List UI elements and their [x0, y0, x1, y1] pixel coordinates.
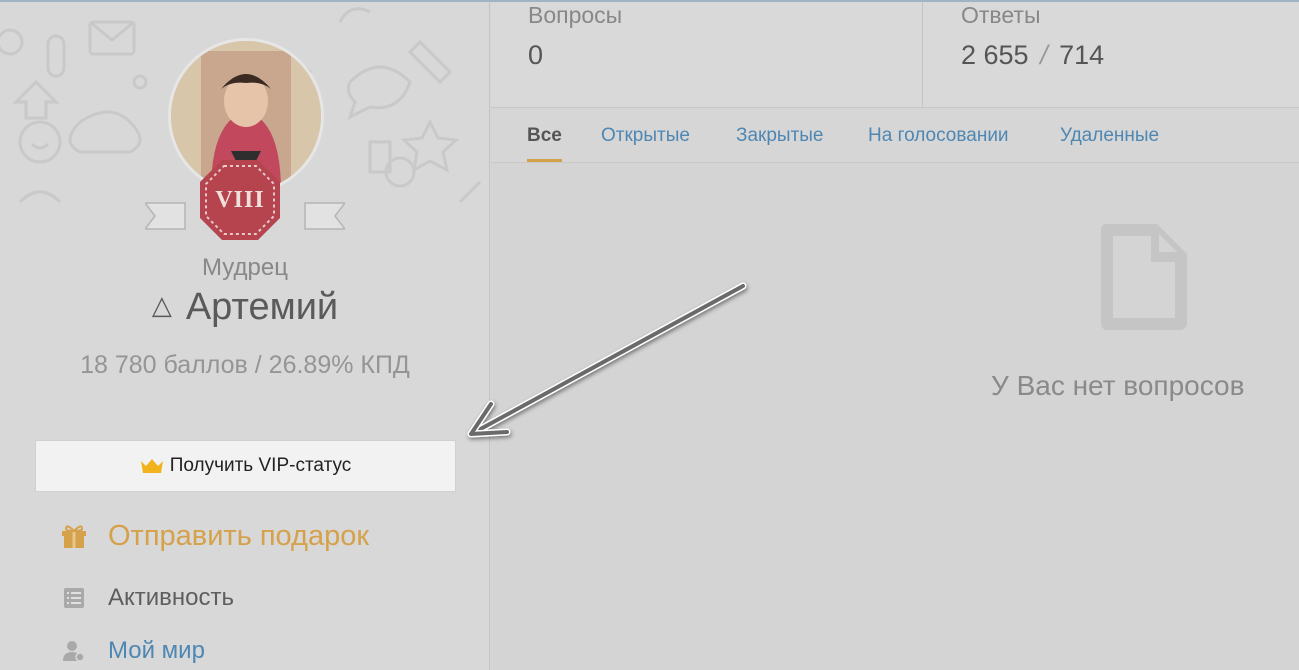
answers-label: Ответы: [961, 2, 1041, 28]
rank-title: Мудрец: [202, 254, 288, 281]
activity-label: Активность: [108, 584, 235, 611]
questions-stat[interactable]: Вопросы 0: [491, 2, 923, 108]
user-icon: [58, 635, 90, 667]
answers-separator: /: [1040, 40, 1048, 70]
user-name: △ Артемий: [0, 286, 489, 329]
activity-link[interactable]: Активность: [58, 582, 234, 614]
tab-open[interactable]: Открытые: [601, 125, 690, 147]
tab-all[interactable]: Все: [527, 125, 562, 162]
answers-total: 2 655: [961, 40, 1029, 70]
profile-sidebar: VIII Мудрец △ Артемий 18 780 баллов / 26.…: [0, 2, 490, 670]
answers-count: 2 655 / 714: [961, 40, 1104, 71]
get-vip-label: Получить VIP-статус: [169, 455, 352, 476]
get-vip-button[interactable]: Получить VIP-статус: [35, 440, 456, 492]
questions-label: Вопросы: [528, 2, 623, 28]
user-score: 18 780 баллов / 26.89% КПД: [80, 351, 410, 379]
my-world-link[interactable]: Мой мир: [58, 635, 205, 667]
send-gift-label: Отправить подарок: [108, 520, 370, 552]
question-tabs: Все Открытые Закрытые На голосовании Уда…: [491, 109, 1299, 163]
gift-icon: [58, 521, 90, 553]
triangle-icon: △: [151, 290, 172, 320]
rank-numeral: VIII: [215, 186, 265, 213]
tab-deleted[interactable]: Удаленные: [1060, 125, 1159, 147]
user-name-text: Артемий: [185, 286, 339, 328]
answers-stat[interactable]: Ответы 2 655 / 714: [924, 2, 1299, 108]
send-gift-link[interactable]: Отправить подарок: [58, 520, 369, 553]
empty-state-text: У Вас нет вопросов: [991, 370, 1245, 401]
stats-bar: Вопросы 0 Ответы 2 655 / 714: [491, 2, 1299, 108]
answers-best: 714: [1059, 40, 1105, 70]
crown-icon: [140, 459, 163, 473]
list-icon: [58, 582, 90, 614]
annotation-arrow: [467, 282, 747, 438]
tab-closed[interactable]: Закрытые: [736, 125, 824, 147]
my-world-label: Мой мир: [108, 637, 205, 664]
tab-voting[interactable]: На голосовании: [868, 125, 1009, 147]
questions-count: 0: [528, 40, 544, 70]
document-icon: [1101, 224, 1187, 330]
